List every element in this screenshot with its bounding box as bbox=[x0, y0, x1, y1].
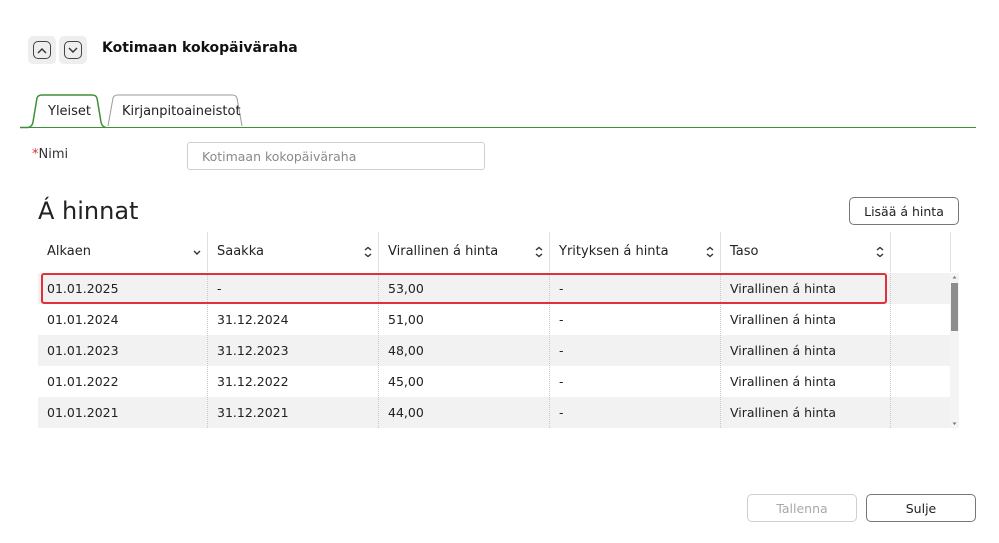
cell-saakka: 31.12.2023 bbox=[217, 343, 289, 358]
cell-virallinen-hinta: 53,00 bbox=[388, 281, 424, 296]
previous-record-button[interactable] bbox=[28, 36, 56, 64]
cell-virallinen-hinta: 44,00 bbox=[388, 405, 424, 420]
table-row[interactable]: 01.01.2023 31.12.2023 48,00 - Virallinen… bbox=[38, 335, 950, 366]
column-divider bbox=[378, 273, 379, 428]
column-header-alkaen[interactable]: Alkaen bbox=[38, 232, 207, 272]
table-scrollbar[interactable] bbox=[950, 273, 959, 428]
cell-alkaen: 01.01.2025 bbox=[47, 281, 119, 296]
name-field-label: *Nimi bbox=[32, 147, 68, 162]
cell-alkaen: 01.01.2022 bbox=[47, 374, 119, 389]
cell-yrityksen-hinta: - bbox=[559, 312, 564, 327]
column-header-virallinen-hinta[interactable]: Virallinen á hinta bbox=[379, 232, 549, 272]
next-record-button[interactable] bbox=[59, 36, 87, 64]
name-input[interactable]: Kotimaan kokopäiväraha bbox=[187, 142, 485, 170]
cell-yrityksen-hinta: - bbox=[559, 281, 564, 296]
cell-virallinen-hinta: 45,00 bbox=[388, 374, 424, 389]
tab-kirjanpitoaineistot[interactable]: Kirjanpitoaineistot bbox=[122, 104, 241, 119]
column-divider bbox=[720, 273, 721, 428]
column-header-yrityksen-hinta[interactable]: Yrityksen á hinta bbox=[550, 232, 720, 272]
sort-icon bbox=[364, 246, 372, 258]
cell-saakka: - bbox=[217, 281, 222, 296]
cell-taso: Virallinen á hinta bbox=[730, 312, 836, 327]
header-divider bbox=[950, 232, 951, 272]
cell-alkaen: 01.01.2024 bbox=[47, 312, 119, 327]
table-header: Alkaen Saakka Virallinen á hinta Yrityks… bbox=[38, 232, 959, 272]
column-divider bbox=[890, 273, 891, 428]
scroll-up-icon[interactable] bbox=[950, 274, 959, 280]
sort-icon bbox=[876, 246, 884, 258]
add-price-button[interactable]: Lisää á hinta bbox=[849, 197, 959, 225]
table-row[interactable]: 01.01.2025 - 53,00 - Virallinen á hinta bbox=[38, 273, 950, 304]
close-button[interactable]: Sulje bbox=[866, 494, 976, 522]
cell-yrityksen-hinta: - bbox=[559, 374, 564, 389]
tab-underline bbox=[20, 127, 976, 128]
section-title: Á hinnat bbox=[38, 197, 139, 225]
column-divider bbox=[207, 273, 208, 428]
scroll-thumb[interactable] bbox=[951, 283, 958, 331]
cell-taso: Virallinen á hinta bbox=[730, 343, 836, 358]
table-row[interactable]: 01.01.2022 31.12.2022 45,00 - Virallinen… bbox=[38, 366, 950, 397]
cell-alkaen: 01.01.2023 bbox=[47, 343, 119, 358]
column-header-saakka[interactable]: Saakka bbox=[208, 232, 378, 272]
tab-yleiset[interactable]: Yleiset bbox=[48, 104, 91, 119]
chevron-up-icon bbox=[33, 41, 51, 59]
cell-taso: Virallinen á hinta bbox=[730, 405, 836, 420]
cell-saakka: 31.12.2024 bbox=[217, 312, 289, 327]
price-table: Alkaen Saakka Virallinen á hinta Yrityks… bbox=[38, 232, 959, 428]
cell-saakka: 31.12.2022 bbox=[217, 374, 289, 389]
chevron-down-icon bbox=[64, 41, 82, 59]
column-header-label: Taso bbox=[730, 244, 759, 259]
cell-taso: Virallinen á hinta bbox=[730, 281, 836, 296]
column-header-label: Yrityksen á hinta bbox=[559, 244, 669, 259]
cell-virallinen-hinta: 48,00 bbox=[388, 343, 424, 358]
column-header-label: Alkaen bbox=[47, 244, 92, 259]
save-button[interactable]: Tallenna bbox=[747, 494, 857, 522]
sort-descending-icon bbox=[193, 250, 201, 255]
header-divider bbox=[890, 232, 891, 272]
table-row[interactable]: 01.01.2021 31.12.2021 44,00 - Virallinen… bbox=[38, 397, 950, 428]
column-header-taso[interactable]: Taso bbox=[721, 232, 890, 272]
table-body: 01.01.2025 - 53,00 - Virallinen á hinta … bbox=[38, 273, 950, 428]
cell-taso: Virallinen á hinta bbox=[730, 374, 836, 389]
column-divider bbox=[549, 273, 550, 428]
table-row[interactable]: 01.01.2024 31.12.2024 51,00 - Virallinen… bbox=[38, 304, 950, 335]
cell-alkaen: 01.01.2021 bbox=[47, 405, 119, 420]
cell-virallinen-hinta: 51,00 bbox=[388, 312, 424, 327]
column-header-label: Virallinen á hinta bbox=[388, 244, 499, 259]
cell-saakka: 31.12.2021 bbox=[217, 405, 289, 420]
name-label-text: Nimi bbox=[38, 147, 69, 162]
sort-icon bbox=[535, 246, 543, 258]
column-header-label: Saakka bbox=[217, 244, 264, 259]
cell-yrityksen-hinta: - bbox=[559, 343, 564, 358]
scroll-down-icon[interactable] bbox=[950, 421, 959, 427]
sort-icon bbox=[706, 246, 714, 258]
page-title: Kotimaan kokopäiväraha bbox=[102, 40, 298, 56]
cell-yrityksen-hinta: - bbox=[559, 405, 564, 420]
